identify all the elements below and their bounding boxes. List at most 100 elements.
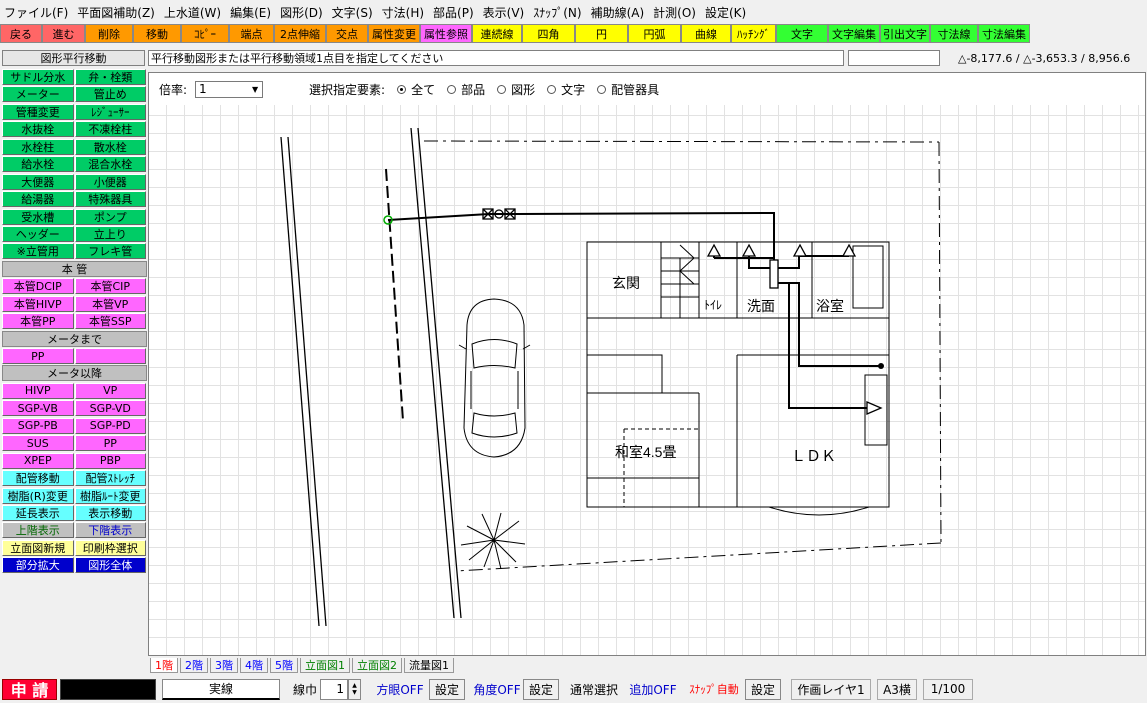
palette-button[interactable]: PP [2,348,74,364]
palette-button[interactable]: 印刷枠選択 [74,539,146,556]
drawing-canvas[interactable]: 倍率: 1 ▼ 選択指定要素: 全て 部品 図形 文字 配管器具 玄関 ﾄｲﾚ … [148,72,1146,656]
palette-button[interactable]: SGP-PD [74,417,146,434]
floor-tab-0[interactable]: 1階 [150,658,178,673]
toolbar-button-16[interactable]: 文字 [776,24,828,43]
palette-button[interactable]: 特殊器具 [74,191,146,208]
palette-button[interactable]: 図形全体 [74,557,146,574]
menu-item-10[interactable]: 補助線(A) [591,4,645,21]
palette-button[interactable]: SGP-PB [2,417,74,434]
line-type-select[interactable]: 実線 [162,678,280,700]
floor-tab-6[interactable]: 立面図2 [352,658,402,673]
palette-button[interactable]: 本管HIVP [2,295,74,312]
palette-button[interactable]: 配管移動 [2,470,74,487]
palette-button[interactable]: メーター [2,86,74,103]
palette-button[interactable]: サドル分水 [2,69,74,85]
angle-settings-button[interactable]: 設定 [523,678,559,700]
menu-item-1[interactable]: 平面図補助(Z) [77,4,155,21]
palette-button[interactable]: ポンプ [74,208,146,225]
floor-tab-7[interactable]: 流量図1 [404,658,454,673]
scale-value[interactable]: 1/100 [923,678,973,700]
menu-item-4[interactable]: 図形(D) [280,4,323,21]
toolbar-button-9[interactable]: 属性参照 [420,24,472,43]
chevron-up-icon[interactable]: ▲ [352,682,357,689]
palette-button[interactable]: HIVP [2,382,74,399]
floor-tab-3[interactable]: 4階 [240,658,268,673]
palette-button[interactable]: 立面図新規 [2,539,74,556]
toolbar-button-8[interactable]: 属性変更 [368,24,420,43]
palette-button[interactable]: 下階表示 [74,522,146,539]
toolbar-button-12[interactable]: 円 [575,24,628,43]
toolbar-button-14[interactable]: 曲線 [681,24,731,43]
toolbar-button-0[interactable]: 戻る [0,24,42,43]
palette-button[interactable]: PP [74,435,146,452]
palette-button[interactable]: 水抜栓 [2,121,74,138]
floor-tab-2[interactable]: 3階 [210,658,238,673]
shinsei-button[interactable]: 申 請 [2,678,57,700]
toolbar-button-17[interactable]: 文字編集 [828,24,880,43]
menu-item-11[interactable]: 計測(O) [653,4,696,21]
palette-button[interactable]: 水栓柱 [2,138,74,155]
palette-button[interactable]: 給湯器 [2,191,74,208]
palette-button[interactable]: フレキ管 [74,243,146,260]
palette-button[interactable]: 樹脂(R)変更 [2,487,74,504]
floor-tab-5[interactable]: 立面図1 [300,658,350,673]
add-mode-toggle[interactable]: 追加OFF [627,679,679,700]
palette-button[interactable]: 弁・栓類 [74,69,146,85]
palette-button[interactable]: SGP-VB [2,400,74,417]
toolbar-button-15[interactable]: ﾊｯﾁﾝｸﾞ [731,24,776,43]
toolbar-button-1[interactable]: 進む [42,24,85,43]
palette-button[interactable]: 混合水栓 [74,156,146,173]
toolbar-button-13[interactable]: 円弧 [628,24,681,43]
palette-button[interactable]: 表示移動 [74,504,146,521]
palette-button[interactable]: 給水栓 [2,156,74,173]
toolbar-button-10[interactable]: 連続線 [472,24,522,43]
palette-button[interactable]: ヘッダー [2,225,74,242]
palette-button[interactable]: 立上り [74,225,146,242]
palette-button[interactable]: SUS [2,435,74,452]
palette-button[interactable]: PBP [74,452,146,469]
menu-item-12[interactable]: 設定(K) [705,4,746,21]
palette-button[interactable]: 延長表示 [2,504,74,521]
palette-button[interactable]: 本管CIP [74,278,146,295]
select-mode[interactable]: 通常選択 [565,679,623,700]
grid-settings-button[interactable]: 設定 [429,678,465,700]
menu-item-5[interactable]: 文字(S) [332,4,373,21]
palette-button[interactable]: 本管SSP [74,313,146,330]
palette-button[interactable]: 管止め [74,86,146,103]
toolbar-button-4[interactable]: ｺﾋﾟｰ [181,24,229,43]
palette-button[interactable]: 本管PP [2,313,74,330]
menu-item-9[interactable]: ｽﾅｯﾌﾟ(N) [533,4,581,21]
palette-button[interactable]: 散水栓 [74,138,146,155]
palette-button[interactable]: ※立管用 [2,243,74,260]
palette-button[interactable]: 管種変更 [2,103,74,120]
color-swatch[interactable] [60,678,156,700]
palette-button[interactable]: SGP-VD [74,400,146,417]
palette-button[interactable]: 部分拡大 [2,557,74,574]
layer-select[interactable]: 作画レイヤ1 [791,678,871,700]
toolbar-button-6[interactable]: 2点伸縮 [274,24,326,43]
toolbar-button-19[interactable]: 寸法線 [930,24,978,43]
chevron-down-icon[interactable]: ▼ [352,689,357,696]
line-width-input[interactable]: 1 [320,678,348,700]
palette-button[interactable]: 不凍栓柱 [74,121,146,138]
snap-mode[interactable]: ｽﾅｯﾌﾟ自動 [683,679,745,700]
toolbar-button-20[interactable]: 寸法編集 [978,24,1030,43]
palette-button[interactable]: 受水槽 [2,208,74,225]
menu-item-7[interactable]: 部品(P) [433,4,474,21]
toolbar-button-7[interactable]: 交点 [326,24,368,43]
toolbar-button-11[interactable]: 四角 [522,24,575,43]
grid-toggle[interactable]: 方眼OFF [371,679,429,700]
toolbar-button-5[interactable]: 端点 [229,24,274,43]
menu-item-2[interactable]: 上水道(W) [164,4,221,21]
floor-tab-4[interactable]: 5階 [270,658,298,673]
palette-button[interactable]: 小便器 [74,173,146,190]
coordinate-input[interactable] [848,50,940,66]
menu-item-6[interactable]: 寸法(H) [382,4,424,21]
palette-button[interactable]: 大便器 [2,173,74,190]
palette-button[interactable]: XPEP [2,452,74,469]
toolbar-button-18[interactable]: 引出文字 [880,24,930,43]
palette-button[interactable]: VP [74,382,146,399]
palette-button[interactable]: 本管VP [74,295,146,312]
palette-button[interactable]: 樹脂ﾙｰﾄ変更 [74,487,146,504]
palette-button[interactable]: 上階表示 [2,522,74,539]
